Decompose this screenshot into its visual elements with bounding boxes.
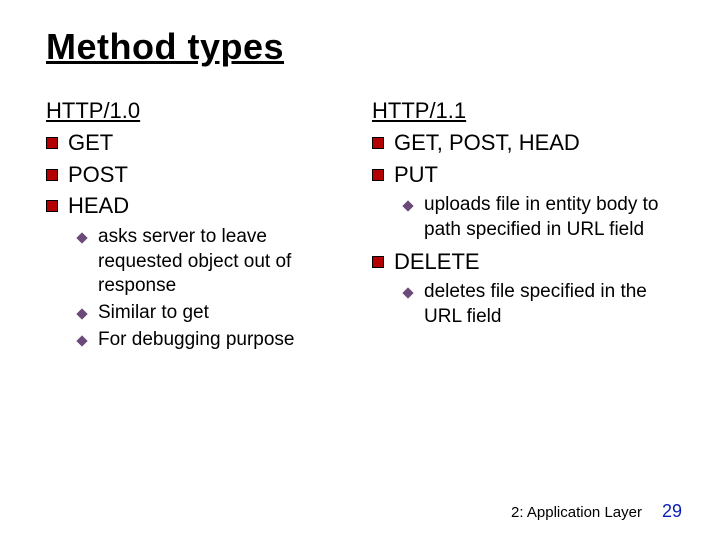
diamond-bullet-icon bbox=[402, 288, 413, 299]
sub-item: For debugging purpose bbox=[76, 328, 354, 353]
sub-item-label: deletes file specified in the URL field bbox=[424, 280, 680, 329]
diamond-bullet-icon bbox=[402, 201, 413, 212]
square-bullet-icon bbox=[372, 169, 384, 181]
diamond-bullet-icon bbox=[76, 232, 87, 243]
http11-list: GET, POST, HEAD PUT bbox=[372, 128, 680, 189]
http11-list-2: DELETE bbox=[372, 247, 680, 277]
item-label: HEAD bbox=[68, 191, 129, 221]
head-sublist: asks server to leave requested object ou… bbox=[76, 225, 354, 352]
sub-item: uploads file in entity body to path spec… bbox=[402, 193, 680, 242]
item-label: GET bbox=[68, 128, 113, 158]
slide-title: Method types bbox=[46, 26, 680, 68]
list-item: DELETE bbox=[372, 247, 680, 277]
square-bullet-icon bbox=[46, 137, 58, 149]
left-column: HTTP/1.0 GET POST HEAD asks serv bbox=[46, 98, 354, 355]
slide: Method types HTTP/1.0 GET POST HEAD bbox=[0, 0, 720, 540]
square-bullet-icon bbox=[372, 256, 384, 268]
list-item: HEAD bbox=[46, 191, 354, 221]
list-item: GET, POST, HEAD bbox=[372, 128, 680, 158]
item-label: GET, POST, HEAD bbox=[394, 128, 580, 158]
sub-item: deletes file specified in the URL field bbox=[402, 280, 680, 329]
footer-section: 2: Application Layer bbox=[511, 504, 642, 521]
content-columns: HTTP/1.0 GET POST HEAD asks serv bbox=[46, 98, 680, 355]
sub-item: asks server to leave requested object ou… bbox=[76, 225, 354, 299]
right-column: HTTP/1.1 GET, POST, HEAD PUT uploads fil… bbox=[372, 98, 680, 355]
sub-item-label: uploads file in entity body to path spec… bbox=[424, 193, 680, 242]
item-label: PUT bbox=[394, 160, 438, 190]
delete-sublist: deletes file specified in the URL field bbox=[402, 280, 680, 329]
square-bullet-icon bbox=[46, 200, 58, 212]
list-item: GET bbox=[46, 128, 354, 158]
http10-list: GET POST HEAD bbox=[46, 128, 354, 221]
sub-item-label: Similar to get bbox=[98, 301, 209, 326]
item-label: POST bbox=[68, 160, 128, 190]
sub-item-label: For debugging purpose bbox=[98, 328, 294, 353]
list-item: PUT bbox=[372, 160, 680, 190]
sub-item: Similar to get bbox=[76, 301, 354, 326]
http10-heading: HTTP/1.0 bbox=[46, 98, 354, 124]
page-number: 29 bbox=[662, 501, 682, 522]
item-label: DELETE bbox=[394, 247, 480, 277]
diamond-bullet-icon bbox=[76, 308, 87, 319]
slide-footer: 2: Application Layer 29 bbox=[511, 501, 682, 522]
list-item: POST bbox=[46, 160, 354, 190]
diamond-bullet-icon bbox=[76, 335, 87, 346]
put-sublist: uploads file in entity body to path spec… bbox=[402, 193, 680, 242]
sub-item-label: asks server to leave requested object ou… bbox=[98, 225, 354, 299]
square-bullet-icon bbox=[372, 137, 384, 149]
square-bullet-icon bbox=[46, 169, 58, 181]
http11-heading: HTTP/1.1 bbox=[372, 98, 680, 124]
